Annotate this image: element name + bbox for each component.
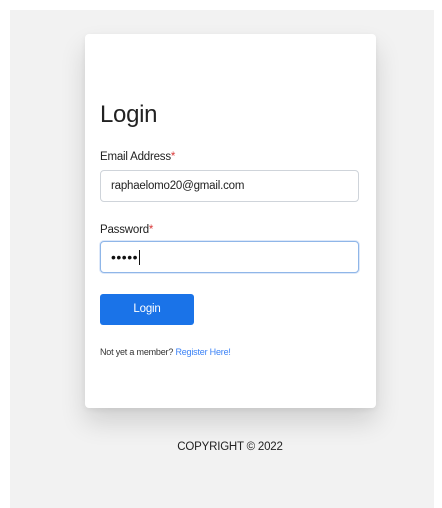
page-title: Login <box>100 101 158 128</box>
password-field-value: ••••• <box>111 249 139 265</box>
password-required-mark: * <box>148 224 154 236</box>
password-field[interactable]: ••••• <box>100 241 359 273</box>
login-card: Login Email Address* raphaelomo20@gmail.… <box>85 34 376 408</box>
text-caret <box>139 249 141 265</box>
email-required-mark: * <box>170 151 176 163</box>
copyright-text: COPYRIGHT © 2022 <box>177 441 283 453</box>
email-field-value: raphaelomo20@gmail.com <box>111 180 245 192</box>
register-link[interactable]: Register Here! <box>175 347 230 357</box>
register-prompt: Not yet a member? <box>100 347 174 357</box>
login-button[interactable]: Login <box>100 294 194 325</box>
email-label: Email Address* <box>100 150 175 164</box>
email-label-text: Email Address <box>100 151 171 163</box>
password-label: Password* <box>100 223 153 237</box>
password-label-text: Password <box>100 224 149 236</box>
email-field[interactable]: raphaelomo20@gmail.com <box>100 170 359 202</box>
register-line: Not yet a member? Register Here! <box>100 347 231 357</box>
